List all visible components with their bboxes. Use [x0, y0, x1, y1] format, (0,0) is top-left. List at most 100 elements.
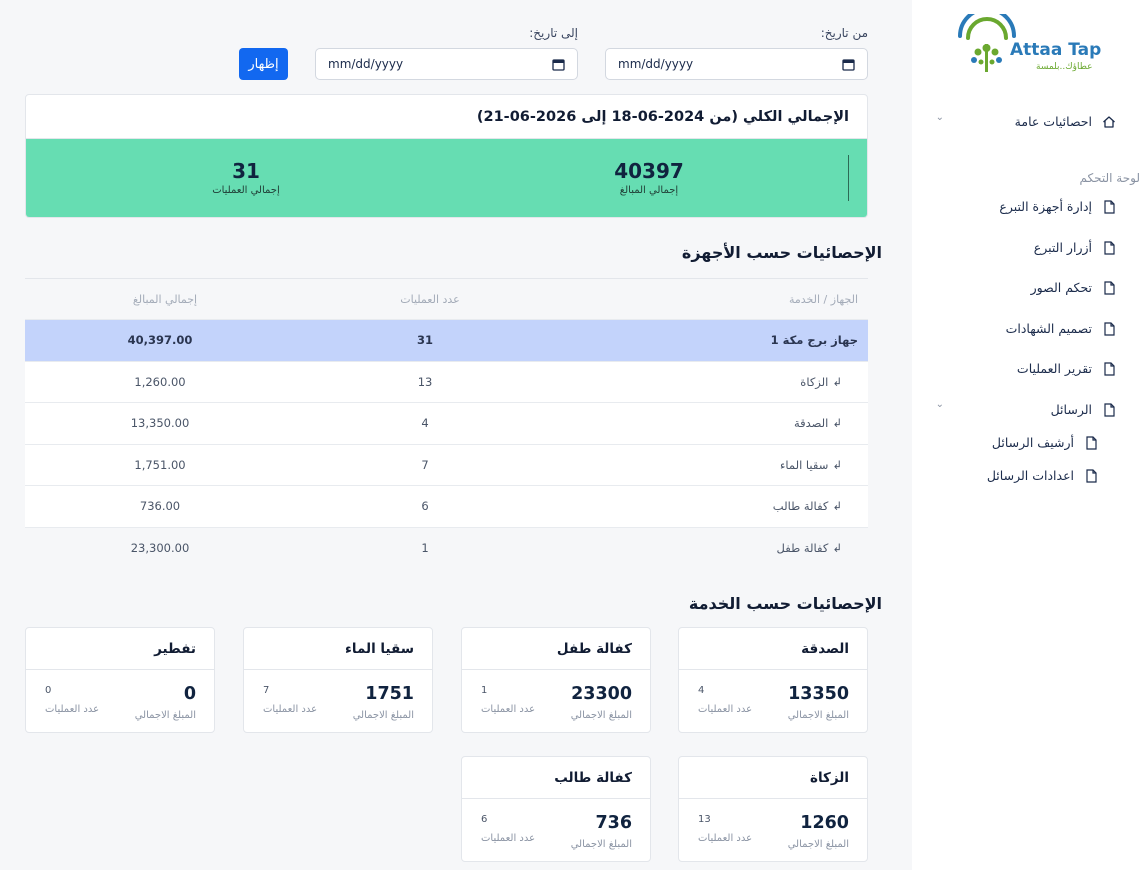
row-amount: 23,300.00	[130, 541, 190, 556]
service-card-amount: 1260	[800, 813, 849, 833]
total-ops-stat: 31 إجمالي العمليات	[201, 159, 291, 196]
show-button[interactable]: إظهار	[239, 48, 288, 80]
summary-title: الإجمالي الكلي (من 2024-06-18 إلى 2026-0…	[26, 95, 867, 139]
sub-item-arrow-icon: ↲	[832, 416, 842, 431]
sidebar-item-images[interactable]: تحكم الصور	[1031, 280, 1116, 295]
summary-divider	[848, 155, 849, 201]
service-card-amount: 736	[595, 813, 632, 833]
service-card-amount-label: المبلغ الاجمالي	[352, 710, 414, 721]
sidebar-subitem-messages-archive[interactable]: أرشيف الرسائل	[992, 435, 1098, 450]
service-card-amount-label: المبلغ الاجمالي	[570, 839, 632, 850]
table-row[interactable]: ↲ سقيا الماء 7 1,751.00	[25, 444, 868, 486]
file-icon	[1086, 435, 1097, 450]
row-count: 7	[421, 457, 429, 472]
table-row[interactable]: ↲ كفالة طفل 1 23,300.00	[25, 528, 868, 570]
sidebar-item-operations-report[interactable]: تقرير العمليات	[1017, 361, 1116, 376]
column-header-device: الجهاز / الخدمة	[788, 292, 858, 306]
row-service-cell: ↲ كفالة طفل	[777, 528, 842, 570]
sidebar: Attaa Tap عطاؤك..بلمسة احصائيات عامة ⌄ ل…	[912, 0, 1140, 870]
table-row[interactable]: ↲ الصدقة 4 13,350.00	[25, 403, 868, 445]
column-header-count: عدد العمليات	[400, 292, 460, 306]
service-card-count-label: عدد العمليات	[45, 704, 100, 715]
sub-item-arrow-icon: ↲	[832, 374, 842, 389]
home-icon	[1103, 115, 1115, 128]
table-row[interactable]: ↲ الزكاة 13 1,260.00	[25, 361, 868, 403]
service-card: تفطير 0 المبلغ الاجمالي 0 عدد العمليات	[25, 627, 215, 733]
sidebar-item-certificates[interactable]: تصميم الشهادات	[1006, 321, 1116, 336]
sidebar-item-label: الرسائل	[1050, 402, 1092, 417]
service-card-count: 0	[45, 685, 52, 696]
row-amount: 40,397.00	[127, 333, 193, 348]
service-card: سقيا الماء 1751 المبلغ الاجمالي 7 عدد ال…	[243, 627, 433, 733]
chevron-down-icon[interactable]: ⌄	[936, 112, 944, 123]
row-count: 31	[417, 333, 434, 348]
service-card-count: 7	[263, 685, 270, 696]
sub-item-arrow-icon: ↲	[832, 541, 842, 556]
sidebar-item-messages[interactable]: الرسائل	[1051, 402, 1116, 417]
file-icon	[1104, 199, 1115, 214]
total-amount-label: إجمالي المبالغ	[619, 185, 679, 196]
sidebar-item-donation-buttons[interactable]: أزرار التبرع	[1034, 240, 1116, 255]
service-card-count-label: عدد العمليات	[698, 833, 753, 844]
service-card-count: 1	[481, 685, 488, 696]
sidebar-item-label: تصميم الشهادات	[1005, 321, 1092, 336]
service-card-count-label: عدد العمليات	[698, 704, 753, 715]
devices-section-title: الإحصائيات حسب الأجهزة	[681, 243, 882, 262]
service-card: الزكاة 1260 المبلغ الاجمالي 13 عدد العمل…	[678, 756, 868, 862]
total-amount-value: 40397	[614, 159, 684, 183]
row-amount: 736.00	[139, 499, 181, 514]
service-card-amount-label: المبلغ الاجمالي	[787, 710, 849, 721]
from-date-label: من تاريخ:	[820, 26, 868, 40]
file-icon	[1104, 361, 1115, 376]
service-card-title: سقيا الماء	[244, 628, 432, 670]
service-card-count-label: عدد العمليات	[263, 704, 318, 715]
app-logo[interactable]: Attaa Tap عطاؤك..بلمسة	[952, 14, 1102, 76]
sub-item-arrow-icon: ↲	[832, 499, 842, 514]
calendar-icon[interactable]	[552, 58, 565, 71]
sidebar-item-label: أرشيف الرسائل	[991, 435, 1074, 450]
row-service-name: كفالة طالب	[772, 499, 829, 514]
file-icon	[1104, 402, 1115, 417]
sidebar-item-label: احصائيات عامة	[1014, 114, 1092, 129]
row-amount: 13,350.00	[130, 416, 190, 431]
table-row[interactable]: جهاز برج مكة 1 31 40,397.00	[25, 320, 868, 362]
file-icon	[1104, 280, 1115, 295]
from-date-input[interactable]: mm/dd/yyyy	[605, 48, 868, 80]
row-amount: 1,751.00	[134, 457, 186, 472]
row-service-name: الزكاة	[800, 374, 829, 389]
sidebar-item-label: إدارة أجهزة التبرع	[999, 199, 1092, 214]
service-card-amount: 13350	[788, 684, 849, 704]
service-card-amount: 0	[183, 684, 196, 704]
row-service-name: كفالة طفل	[776, 541, 829, 556]
service-card-amount: 23300	[571, 684, 632, 704]
logo-tagline: عطاؤك..بلمسة	[1036, 62, 1093, 72]
file-icon	[1086, 468, 1097, 483]
service-card-title: كفالة طالب	[462, 757, 650, 799]
row-service-cell: ↲ الزكاة	[800, 362, 842, 403]
row-service-cell: ↲ سقيا الماء	[780, 445, 842, 486]
service-card-count: 4	[698, 685, 705, 696]
logo-brand-text: Attaa Tap	[1010, 40, 1102, 60]
row-device-name: جهاز برج مكة 1	[770, 333, 858, 348]
total-ops-value: 31	[232, 159, 260, 183]
service-card: الصدقة 13350 المبلغ الاجمالي 4 عدد العمل…	[678, 627, 868, 733]
row-service-cell: ↲ كفالة طالب	[773, 486, 842, 527]
file-icon	[1104, 240, 1115, 255]
to-date-input[interactable]: mm/dd/yyyy	[315, 48, 578, 80]
sub-item-arrow-icon: ↲	[832, 457, 842, 472]
row-count: 13	[417, 374, 433, 389]
sidebar-section-label: لوحة التحكم	[1079, 171, 1140, 185]
sidebar-item-general-stats[interactable]: احصائيات عامة	[1015, 114, 1116, 129]
service-card-count: 6	[481, 814, 488, 825]
sidebar-subitem-messages-settings[interactable]: اعدادات الرسائل	[987, 468, 1098, 483]
row-count: 4	[421, 416, 429, 431]
sidebar-item-label: أزرار التبرع	[1033, 240, 1092, 255]
table-row[interactable]: ↲ كفالة طالب 6 736.00	[25, 486, 868, 528]
calendar-icon[interactable]	[842, 58, 855, 71]
row-count: 1	[421, 541, 429, 556]
sidebar-item-label: تقرير العمليات	[1016, 361, 1092, 376]
to-date-label: إلى تاريخ:	[529, 26, 578, 40]
sidebar-item-devices[interactable]: إدارة أجهزة التبرع	[999, 199, 1116, 214]
summary-band: 40397 إجمالي المبالغ 31 إجمالي العمليات	[26, 139, 867, 217]
chevron-down-icon[interactable]: ⌄	[936, 399, 944, 410]
